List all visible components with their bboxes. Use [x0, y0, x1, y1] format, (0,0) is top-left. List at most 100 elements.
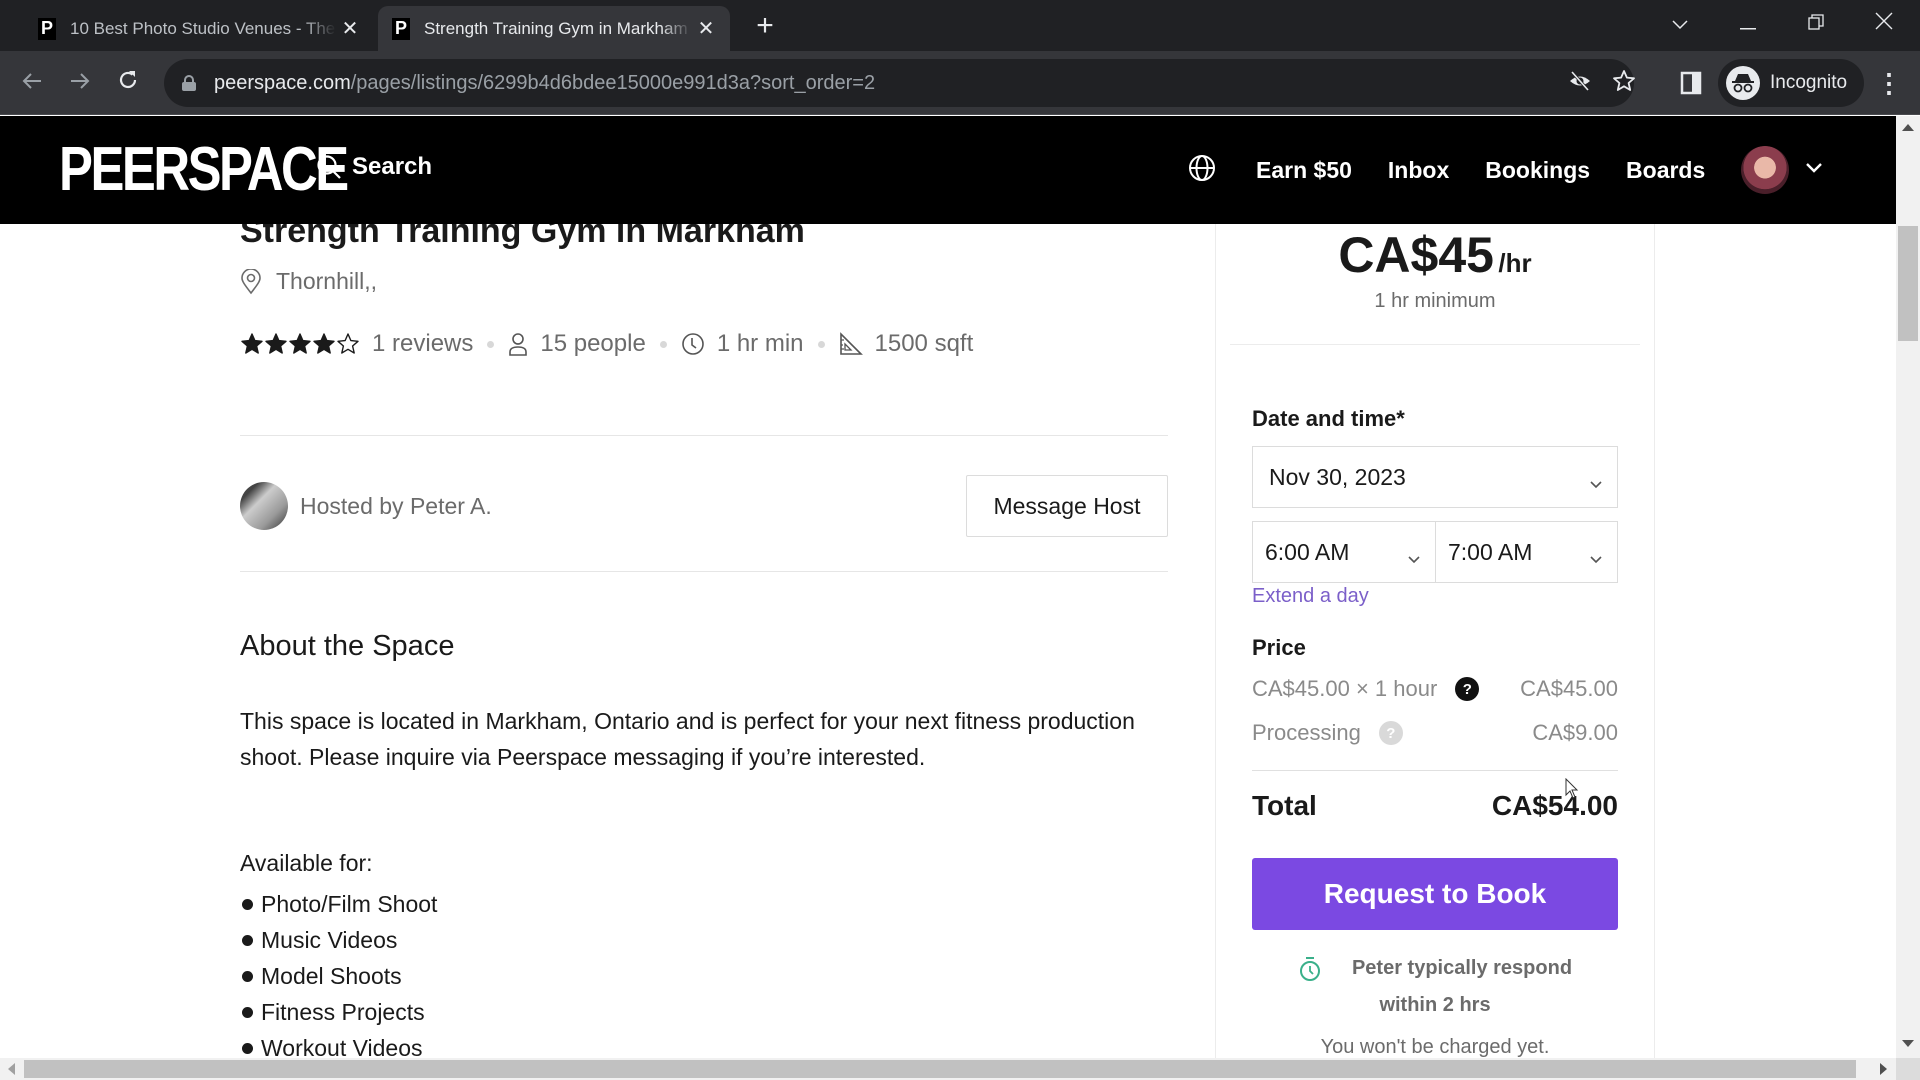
line-item-label: CA$45.00 × 1 hour — [1252, 676, 1438, 701]
host-avatar[interactable] — [240, 482, 288, 530]
url-text[interactable]: peerspace.com/pages/listings/6299b4d6bde… — [214, 72, 875, 95]
horizontal-scrollbar[interactable] — [0, 1058, 1896, 1080]
message-host-button[interactable]: Message Host — [966, 475, 1168, 537]
host-row: Hosted by Peter A. Message Host — [240, 472, 1168, 540]
end-time-select[interactable]: 7:00 AM — [1435, 521, 1618, 583]
globe-icon[interactable] — [1188, 154, 1216, 187]
host-response-time: Peter typically respond within 2 hrs — [1252, 950, 1618, 1024]
profile-label: Incognito — [1770, 72, 1848, 93]
lock-icon[interactable] — [182, 75, 196, 91]
respond-line-2: within 2 hrs — [1379, 994, 1491, 1016]
back-icon[interactable] — [14, 65, 50, 101]
vertical-scrollbar[interactable] — [1896, 116, 1920, 1058]
side-panel-icon[interactable] — [1680, 65, 1702, 100]
forward-icon[interactable] — [62, 65, 98, 101]
available-for-item: Fitness Projects — [240, 994, 437, 1030]
eye-off-icon[interactable] — [1566, 69, 1594, 97]
browser-menu-icon[interactable]: ⋮ — [1876, 65, 1902, 101]
available-for-item: Workout Videos — [240, 1030, 437, 1058]
peerspace-logo[interactable]: PEERSPACE — [59, 139, 349, 201]
location-pin-icon — [241, 268, 261, 294]
extend-a-day-link[interactable]: Extend a day — [1252, 585, 1369, 608]
request-to-book-button[interactable]: Request to Book — [1252, 858, 1618, 930]
line-item-label: Processing — [1252, 720, 1361, 745]
nav-bookings[interactable]: Bookings — [1485, 157, 1590, 184]
page-viewport: PEERSPACE Search Earn $50 Inbox Bookings… — [0, 116, 1896, 1058]
profile-button[interactable]: Incognito — [1718, 59, 1864, 107]
new-tab-button[interactable]: + — [748, 10, 782, 44]
rating-stars[interactable] — [240, 332, 360, 356]
chevron-down-icon — [1589, 544, 1603, 571]
tab-title: Strength Training Gym in Markham — [424, 18, 688, 38]
nav-earn[interactable]: Earn $50 — [1256, 157, 1352, 184]
panel-divider — [1230, 344, 1640, 345]
account-chevron-down-icon[interactable] — [1805, 161, 1823, 179]
chevron-down-icon — [1589, 469, 1603, 496]
header-nav: Earn $50 Inbox Bookings Boards — [1188, 116, 1823, 224]
address-bar[interactable]: peerspace.com/pages/listings/6299b4d6bde… — [164, 59, 1635, 107]
search-button[interactable]: Search — [316, 153, 432, 181]
line-item-value: CA$9.00 — [1532, 720, 1618, 745]
mouse-cursor-icon — [1565, 778, 1579, 799]
scroll-left-arrow-icon[interactable] — [8, 1063, 15, 1075]
tab-search-icon[interactable] — [1660, 6, 1700, 42]
browser-toolbar: peerspace.com/pages/listings/6299b4d6bde… — [0, 51, 1920, 115]
minimum-hours: 1 hr minimum — [1374, 290, 1496, 312]
horizontal-scroll-thumb[interactable] — [24, 1060, 1856, 1078]
reload-icon[interactable] — [110, 65, 146, 101]
close-window-icon[interactable] — [1864, 6, 1904, 42]
person-icon — [508, 332, 528, 356]
start-time-select[interactable]: 6:00 AM — [1252, 521, 1436, 583]
total-divider — [1252, 770, 1618, 771]
user-avatar[interactable] — [1741, 146, 1790, 194]
listing-location: Thornhill,, — [240, 268, 377, 295]
peerspace-favicon-icon: P — [38, 17, 56, 40]
close-tab-icon[interactable]: ✕ — [692, 16, 720, 41]
price-label: Price — [1252, 635, 1306, 660]
hourly-price: CA$45 /hr — [1216, 226, 1654, 284]
line-item-value: CA$45.00 — [1520, 676, 1618, 701]
set-square-icon — [839, 332, 863, 356]
host-name[interactable]: Hosted by Peter A. — [300, 493, 966, 520]
bookmark-star-icon[interactable] — [1610, 69, 1638, 97]
close-tab-icon[interactable]: ✕ — [336, 16, 364, 41]
url-path: /pages/listings/6299b4d6bdee15000e991d3a… — [350, 71, 876, 94]
reviews-count[interactable]: 1 reviews — [372, 330, 473, 358]
browser-tab[interactable]: P 10 Best Photo Studio Venues - The ✕ — [24, 6, 374, 51]
price-unit: /hr — [1498, 248, 1532, 278]
browser-tabstrip: P 10 Best Photo Studio Venues - The ✕ P … — [0, 0, 1920, 51]
total-label: Total — [1252, 790, 1317, 821]
star-empty-icon — [337, 333, 359, 354]
nav-boards[interactable]: Boards — [1626, 157, 1705, 184]
total-value: CA$54.00 — [1491, 790, 1618, 821]
date-value: Nov 30, 2023 — [1269, 463, 1406, 490]
url-host: peerspace.com — [214, 71, 351, 94]
about-text: This space is located in Markham, Ontari… — [240, 708, 1135, 770]
total-row: Total CA$54.00 — [1252, 790, 1618, 822]
available-for-label: Available for: — [240, 850, 373, 876]
chevron-down-icon — [1407, 544, 1421, 571]
date-select[interactable]: Nov 30, 2023 — [1252, 446, 1618, 508]
browser-tab-active[interactable]: P Strength Training Gym in Markham ✕ — [378, 6, 730, 51]
separator-dot — [659, 340, 667, 348]
search-icon — [317, 155, 341, 179]
no-charge-note: You won't be charged yet. — [1320, 1036, 1550, 1058]
scroll-right-arrow-icon[interactable] — [1880, 1063, 1887, 1075]
scroll-up-arrow-icon[interactable] — [1902, 124, 1914, 131]
help-icon[interactable]: ? — [1455, 677, 1480, 701]
listing-meta: 1 reviews 15 people 1 hr min 1500 sqft — [240, 330, 973, 358]
size-text: 1500 sqft — [874, 330, 974, 357]
vertical-scroll-thumb[interactable] — [1898, 226, 1918, 341]
scroll-down-arrow-icon[interactable] — [1902, 1040, 1914, 1047]
restore-icon[interactable] — [1796, 6, 1836, 42]
minimize-icon[interactable] — [1728, 6, 1768, 42]
incognito-icon — [1726, 66, 1760, 100]
help-icon[interactable]: ? — [1378, 721, 1403, 745]
nav-inbox[interactable]: Inbox — [1388, 157, 1449, 184]
section-divider — [240, 435, 1168, 436]
start-time-value: 6:00 AM — [1265, 538, 1350, 565]
star-filled-icon — [241, 333, 263, 354]
booking-panel: CA$45 /hr 1 hr minimum Date and time* No… — [1215, 206, 1655, 1058]
location-text: Thornhill,, — [276, 268, 377, 294]
price-amount: CA$45 — [1338, 227, 1494, 283]
